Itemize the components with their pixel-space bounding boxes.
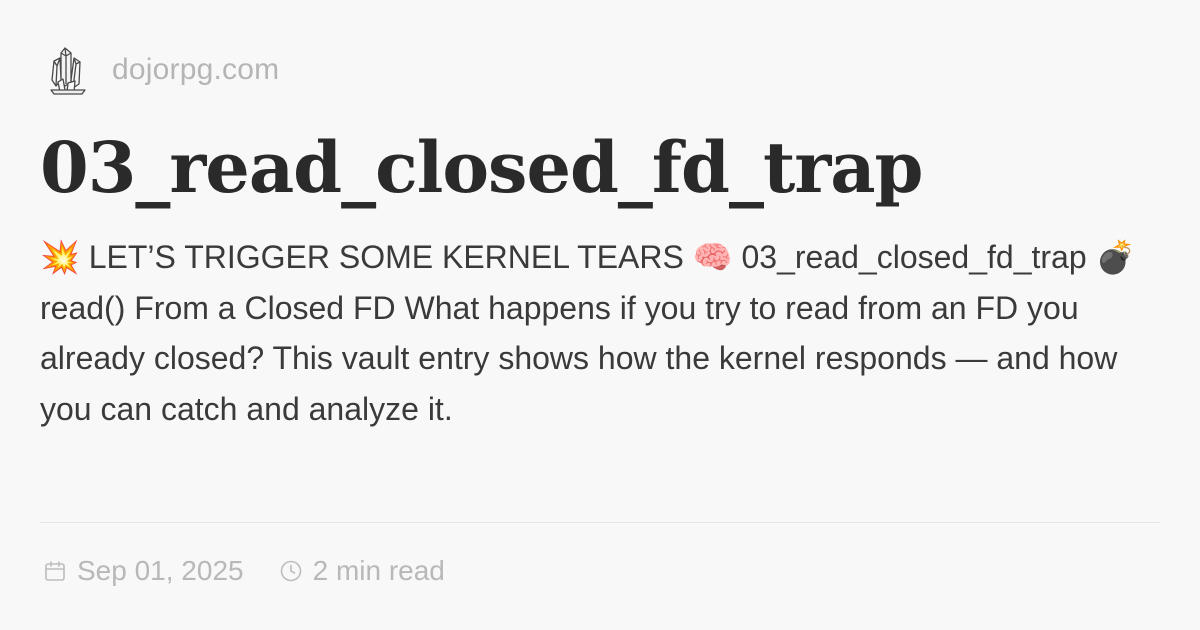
share-card: dojorpg.com 03_read_closed_fd_trap 💥 LET… [0, 0, 1200, 630]
post-date: Sep 01, 2025 [42, 555, 244, 587]
calendar-icon [42, 558, 68, 584]
clock-icon [278, 558, 304, 584]
site-header[interactable]: dojorpg.com [48, 42, 279, 98]
post-read-time: 2 min read [278, 555, 445, 587]
page-title: 03_read_closed_fd_trap [40, 126, 923, 209]
crystal-cluster-icon [48, 42, 88, 98]
post-description: 💥 LET’S TRIGGER SOME KERNEL TEARS 🧠 03_r… [40, 239, 1136, 427]
date-label: Sep 01, 2025 [77, 555, 244, 586]
site-name[interactable]: dojorpg.com [112, 53, 279, 87]
read-time-label: 2 min read [312, 555, 445, 586]
divider [40, 522, 1160, 523]
post-meta: Sep 01, 2025 2 min read [42, 555, 445, 587]
